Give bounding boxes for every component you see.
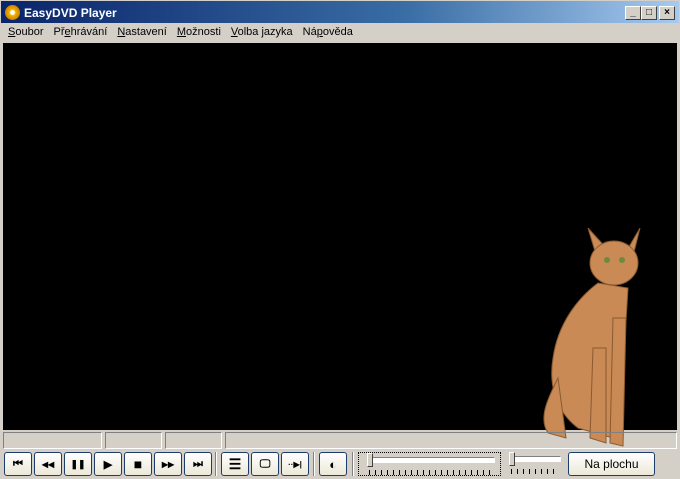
status-panel-4 — [225, 432, 677, 449]
next-chapter-button[interactable]: ⏭ — [184, 452, 212, 476]
title-bar: EasyDVD Player _ □ × — [0, 0, 680, 24]
close-button[interactable]: × — [659, 6, 675, 20]
menu-moznosti[interactable]: Možnosti — [172, 24, 226, 43]
brightness-button[interactable]: ◐ — [319, 452, 347, 476]
volume-slider[interactable] — [505, 452, 563, 476]
menu-bar: Soubor Přehrávání Nastavení Možnosti Vol… — [0, 24, 680, 43]
toolbar-separator — [352, 452, 354, 476]
status-panel-2 — [105, 432, 162, 449]
play-button[interactable]: ▶ — [94, 452, 122, 476]
menu-prehravani[interactable]: Přehrávání — [48, 24, 112, 43]
menu-volba-jazyka[interactable]: Volba jazyka — [226, 24, 298, 43]
status-panel-3 — [165, 432, 222, 449]
display-button[interactable]: 🖵 — [251, 452, 279, 476]
previous-chapter-button[interactable]: ⏮ — [4, 452, 32, 476]
cat-mascot-image — [543, 228, 641, 447]
dvd-app-icon — [5, 5, 20, 20]
volume-slider-thumb[interactable] — [509, 452, 515, 466]
status-panel-1 — [3, 432, 102, 449]
menu-soubor[interactable]: Soubor — [3, 24, 48, 43]
seek-slider-thumb[interactable] — [367, 453, 373, 467]
menu-nastaveni[interactable]: Nastavení — [112, 24, 172, 43]
seek-slider[interactable] — [358, 452, 501, 476]
toolbar-separator — [313, 452, 315, 476]
window-title: EasyDVD Player — [24, 6, 117, 20]
frame-step-button[interactable]: ··▶| — [281, 452, 309, 476]
rewind-button[interactable]: ◀◀ — [34, 452, 62, 476]
minimize-button[interactable]: _ — [625, 6, 641, 20]
toolbar-separator — [215, 452, 217, 476]
pause-button[interactable]: ❚❚ — [64, 452, 92, 476]
video-area[interactable] — [3, 43, 677, 447]
na-plochu-button[interactable]: Na plochu — [568, 452, 655, 476]
playlist-button[interactable]: ☰ — [221, 452, 249, 476]
stop-button[interactable]: ■ — [124, 452, 152, 476]
menu-napoveda[interactable]: Nápověda — [298, 24, 358, 43]
maximize-button[interactable]: □ — [641, 6, 657, 20]
fast-forward-button[interactable]: ▶▶ — [154, 452, 182, 476]
